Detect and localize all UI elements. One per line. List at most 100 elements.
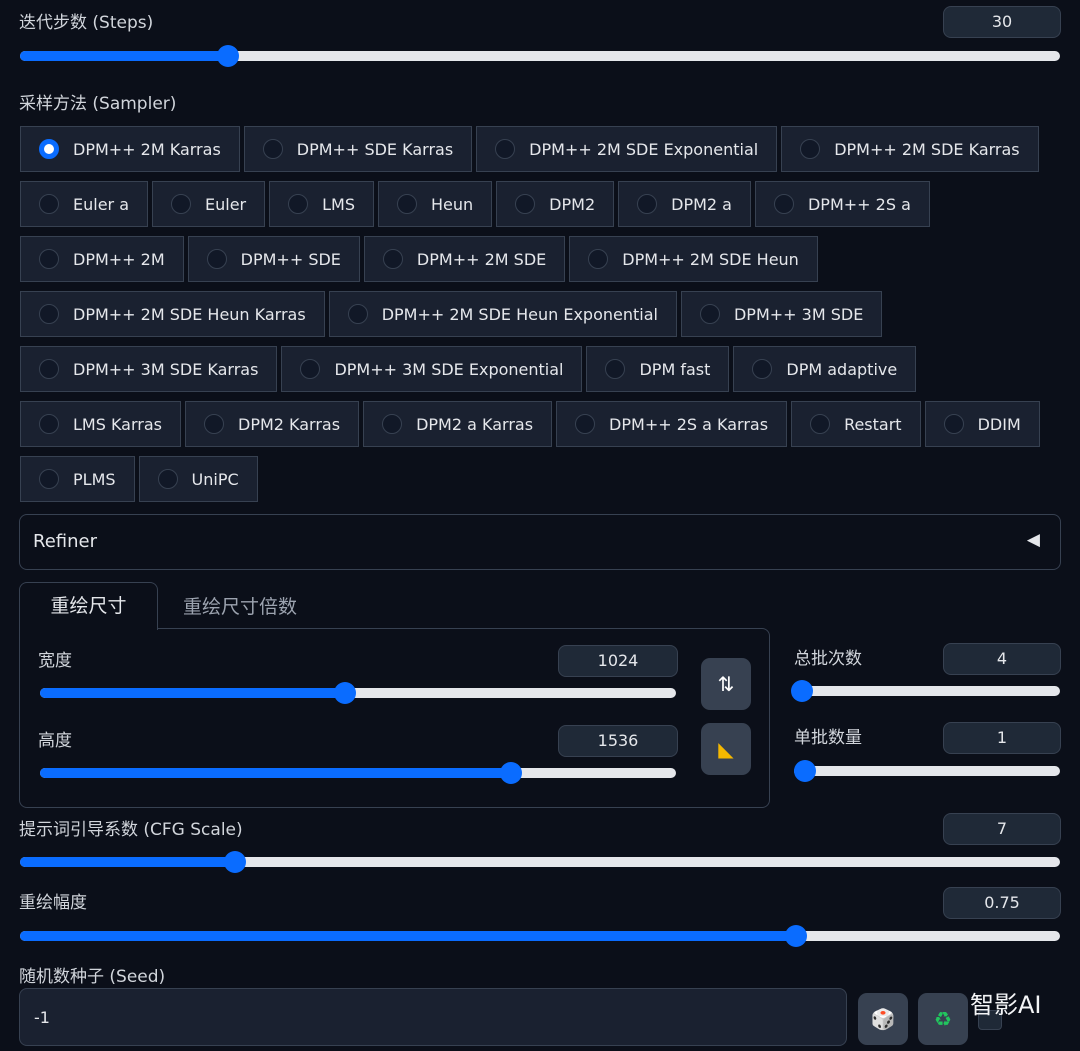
radio-button[interactable] (588, 249, 609, 269)
sampler-option[interactable]: DPM++ 2M Karras (20, 126, 240, 172)
sampler-option[interactable]: DPM++ 3M SDE (680, 291, 883, 337)
radio-button[interactable] (39, 469, 59, 489)
sampler-option-label: DPM++ 2M SDE Heun (622, 249, 799, 269)
sampler-option[interactable]: DPM adaptive (733, 346, 917, 392)
batch-count-input[interactable]: 4 (943, 643, 1061, 675)
sampler-option[interactable]: DPM++ SDE Karras (243, 126, 473, 172)
slider-fill (20, 857, 236, 867)
sampler-option[interactable]: DPM2 a Karras (363, 401, 553, 447)
sampler-option[interactable]: Euler (152, 181, 266, 227)
sampler-option[interactable]: UniPC (138, 456, 258, 502)
batch-count-slider[interactable] (790, 680, 1060, 702)
sampler-option-label: DPM++ 2M SDE Exponential (529, 139, 759, 159)
slider-thumb[interactable] (499, 762, 522, 784)
sampler-option[interactable]: DPM++ 2M SDE Karras (781, 126, 1039, 172)
collapse-triangle-icon[interactable]: ◀ (1027, 530, 1040, 550)
sampler-option[interactable]: LMS Karras (20, 401, 181, 447)
tab-resize-to[interactable]: 重绘尺寸 (19, 582, 158, 630)
radio-button[interactable] (347, 304, 368, 324)
sampler-option[interactable]: DPM++ 2M SDE Heun (569, 236, 818, 282)
radio-button[interactable] (699, 304, 720, 324)
radio-button[interactable] (575, 414, 596, 434)
radio-button[interactable] (39, 414, 59, 434)
radio-button[interactable] (773, 194, 794, 214)
radio-button[interactable] (605, 359, 626, 379)
radio-button[interactable] (300, 359, 321, 379)
sampler-option[interactable]: DPM fast (586, 346, 730, 392)
slider-thumb[interactable] (224, 851, 247, 873)
denoise-input[interactable]: 0.75 (943, 887, 1061, 919)
width-slider[interactable] (40, 682, 676, 704)
radio-button[interactable] (810, 414, 831, 434)
recycle-icon[interactable]: ♻ (918, 993, 968, 1045)
sampler-option[interactable]: PLMS (20, 456, 135, 502)
radio-button[interactable] (39, 194, 59, 214)
sampler-option[interactable]: Restart (791, 401, 921, 447)
width-input[interactable]: 1024 (558, 645, 678, 677)
radio-button[interactable] (39, 359, 59, 379)
radio-button[interactable] (288, 194, 309, 214)
sampler-row: DPM++ 2M DPM++ SDE DPM++ 2M SDE DPM++ 2M SD… (20, 236, 818, 282)
sampler-option[interactable]: DPM2 a (618, 181, 751, 227)
tab-resize-by[interactable]: 重绘尺寸倍数 (183, 592, 297, 619)
sampler-option[interactable]: DPM++ 2M (20, 236, 184, 282)
watermark: 智影AI (970, 991, 1042, 1019)
height-label: 高度 (38, 731, 72, 751)
radio-button[interactable] (943, 414, 964, 434)
slider-thumb[interactable] (784, 925, 807, 947)
radio-button[interactable] (39, 304, 59, 324)
radio-button[interactable] (39, 139, 59, 159)
radio-button[interactable] (495, 139, 516, 159)
sampler-option[interactable]: DPM++ 2S a Karras (556, 401, 788, 447)
radio-button[interactable] (171, 194, 192, 214)
sampler-option[interactable]: DPM++ 3M SDE Karras (20, 346, 278, 392)
sampler-option[interactable]: DDIM (924, 401, 1040, 447)
sampler-option[interactable]: DPM++ 2M SDE Exponential (476, 126, 778, 172)
steps-input[interactable]: 30 (943, 6, 1061, 38)
radio-button[interactable] (637, 194, 658, 214)
cfg-input[interactable]: 7 (943, 813, 1061, 845)
sampler-option[interactable]: DPM++ 2M SDE (363, 236, 566, 282)
denoise-slider[interactable] (20, 925, 1060, 947)
radio-button[interactable] (515, 194, 536, 214)
sampler-option[interactable]: DPM++ SDE (187, 236, 360, 282)
radio-button[interactable] (157, 469, 178, 489)
radio-button[interactable] (204, 414, 224, 434)
steps-slider[interactable] (20, 45, 1060, 67)
sampler-option[interactable]: Euler a (20, 181, 149, 227)
height-slider[interactable] (40, 762, 676, 784)
radio-button[interactable] (397, 194, 418, 214)
sampler-row: DPM++ 2M Karras DPM++ SDE Karras DPM++ 2M … (20, 126, 1039, 172)
radio-button[interactable] (752, 359, 773, 379)
height-input[interactable]: 1536 (558, 725, 678, 757)
sampler-option-label: DPM++ 2S a Karras (609, 414, 769, 434)
sampler-option[interactable]: DPM2 (496, 181, 615, 227)
radio-button[interactable] (262, 139, 283, 159)
cfg-slider[interactable] (20, 851, 1060, 873)
slider-thumb[interactable] (790, 680, 813, 702)
radio-button[interactable] (382, 414, 403, 434)
sampler-option[interactable]: DPM++ 3M SDE Exponential (281, 346, 583, 392)
slider-thumb[interactable] (217, 45, 239, 67)
radio-button[interactable] (800, 139, 821, 159)
sampler-option[interactable]: DPM++ 2M SDE Heun Karras (20, 291, 325, 337)
swap-dimensions-icon[interactable]: ⇅ (701, 658, 751, 710)
radio-button[interactable] (382, 249, 403, 269)
sampler-option[interactable]: DPM++ 2S a (754, 181, 930, 227)
aspect-ratio-icon[interactable]: ◣ (701, 723, 751, 775)
sampler-option[interactable]: Heun (378, 181, 493, 227)
batch-size-input[interactable]: 1 (943, 722, 1061, 754)
radio-button[interactable] (39, 249, 59, 269)
sampler-option[interactable]: LMS (269, 181, 375, 227)
sampler-option[interactable]: DPM2 Karras (185, 401, 360, 447)
sampler-row: Euler a Euler LMS Heun DPM2 DPM2 a DPM++ 2S a (20, 181, 930, 227)
sampler-option-label: Heun (431, 194, 474, 214)
radio-button[interactable] (206, 249, 227, 269)
seed-input[interactable]: -1 (19, 988, 847, 1046)
slider-thumb[interactable] (794, 760, 816, 782)
sampler-option[interactable]: DPM++ 2M SDE Heun Exponential (328, 291, 677, 337)
batch-size-slider[interactable] (794, 760, 1060, 782)
dice-icon[interactable]: 🎲 (858, 993, 908, 1045)
cfg-label: 提示词引导系数 (CFG Scale) (19, 820, 243, 840)
refiner-accordion[interactable]: Refiner ◀ (19, 514, 1061, 570)
